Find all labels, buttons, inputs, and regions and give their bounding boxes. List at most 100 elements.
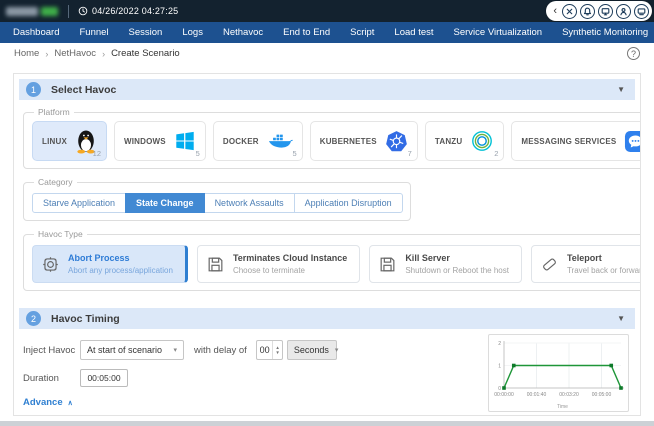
breadcrumb-nethavoc[interactable]: NetHavoc xyxy=(54,48,96,59)
nav-item-service-virtualization[interactable]: Service Virtualization xyxy=(454,27,543,38)
svg-text:1: 1 xyxy=(498,364,501,370)
havoc-card-title: Teleport xyxy=(566,253,602,264)
chevron-up-icon: ∧ xyxy=(67,399,73,407)
platform-count: 7 xyxy=(407,149,412,158)
platform-card-tanzu[interactable]: TANZU 2 xyxy=(424,121,505,161)
chevron-down-icon[interactable]: ▼ xyxy=(617,314,625,323)
platform-cards: LINUX 12 WINDOWS 5 DOCKER 5 KUBERNETES 7… xyxy=(32,121,640,161)
nav-item-session[interactable]: Session xyxy=(129,27,163,38)
create-scenario-panel: 1 Select Havoc ▼ Platform LINUX 12 WINDO… xyxy=(13,73,641,416)
brand-logo[interactable] xyxy=(6,6,58,16)
step-number-badge: 1 xyxy=(26,82,41,97)
platform-card-docker[interactable]: DOCKER 5 xyxy=(212,121,303,161)
server-icon xyxy=(380,257,395,271)
bell-icon xyxy=(583,7,592,15)
duration-label: Duration xyxy=(23,372,59,384)
tools-button[interactable] xyxy=(562,3,577,19)
stepper-arrows: ▲ ▼ xyxy=(272,341,281,359)
nav-item-synthetic-monitoring[interactable]: Synthetic Monitoring xyxy=(562,27,648,38)
platform-card-messaging-services[interactable]: MESSAGING SERVICES 9 xyxy=(511,121,640,161)
inject-havoc-select[interactable]: At start of scenario ▾ xyxy=(80,340,184,360)
category-tab-application-disruption[interactable]: Application Disruption xyxy=(293,193,403,213)
section-title: Havoc Timing xyxy=(51,312,120,325)
notifications-button[interactable] xyxy=(580,3,595,19)
nav-item-dashboard[interactable]: Dashboard xyxy=(13,27,59,38)
duration-input[interactable] xyxy=(80,369,128,387)
svg-text:2: 2 xyxy=(498,341,501,347)
category-tab-network-assaults[interactable]: Network Assaults xyxy=(203,193,295,213)
help-button[interactable]: ? xyxy=(627,47,640,60)
messaging-services-icon xyxy=(625,130,640,152)
chevron-down-icon: ▾ xyxy=(334,347,339,354)
clock-icon xyxy=(78,6,88,16)
delay-value-stepper[interactable]: 00 ▲ ▼ xyxy=(255,340,283,360)
havoc-card-title: Terminates Cloud Instance xyxy=(232,253,348,264)
chevron-down-icon[interactable]: ▼ xyxy=(617,85,625,94)
timing-preview-chart: 0 1 2 00:00:00 00:01:40 00:03:20 00:05:00 Time xyxy=(488,334,629,412)
inject-havoc-value: At start of scenario xyxy=(87,345,163,355)
teleport-icon xyxy=(543,258,556,270)
havoc-card-subtitle: Travel back or forward xyxy=(566,265,641,275)
havoc-type-group: Havoc Type Abort Process Abort any proce… xyxy=(23,229,641,291)
platform-legend: Platform xyxy=(38,107,70,117)
display-icon xyxy=(637,7,646,15)
section-havoc-timing-header[interactable]: 2 Havoc Timing ▼ xyxy=(19,308,635,329)
chevron-down-icon: ▾ xyxy=(173,347,177,354)
platform-count: 5 xyxy=(195,149,200,158)
cloud-instance-icon xyxy=(208,257,223,271)
svg-text:00:05:00: 00:05:00 xyxy=(592,392,612,398)
windows-icon xyxy=(176,131,194,151)
section-select-havoc-body: Platform LINUX 12 WINDOWS 5 DOCKER 5 KUB… xyxy=(19,100,640,308)
tools-icon xyxy=(566,8,573,14)
havoc-type-cards: Abort Process Abort any process/applicat… xyxy=(32,245,641,283)
advanced-timing-row: Ramp Up Ramp Down Delay after Havoc xyxy=(23,415,633,416)
havoc-card-kill-server[interactable]: Kill Server Shutdown or Reboot the host xyxy=(369,245,522,283)
stepper-down-icon[interactable]: ▼ xyxy=(275,350,279,355)
ramp-up-input[interactable] xyxy=(71,415,111,416)
platform-count: 2 xyxy=(494,149,499,158)
havoc-card-title: Kill Server xyxy=(405,253,450,264)
delay-unit-select[interactable]: Seconds ▾ xyxy=(286,340,339,360)
nav-item-script[interactable]: Script xyxy=(350,27,374,38)
section-title: Select Havoc xyxy=(51,83,117,96)
display-button[interactable] xyxy=(634,3,649,19)
process-chip-icon xyxy=(43,256,58,272)
bottom-scrollbar[interactable] xyxy=(0,421,654,426)
ramp-down-input[interactable] xyxy=(179,415,219,416)
section-havoc-timing-body: Inject Havoc At start of scenario ▾ with… xyxy=(19,329,635,416)
nav-item-funnel[interactable]: Funnel xyxy=(79,27,108,38)
platform-card-windows[interactable]: WINDOWS 5 xyxy=(114,121,206,161)
system-time: 04/26/2022 04:27:25 xyxy=(78,6,178,16)
havoc-card-subtitle: Choose to terminate xyxy=(232,265,305,275)
category-tab-state-change[interactable]: State Change xyxy=(125,193,205,213)
havoc-card-terminates-cloud-instance[interactable]: Terminates Cloud Instance Choose to term… xyxy=(196,245,361,283)
user-button[interactable] xyxy=(616,3,631,19)
section-select-havoc-header[interactable]: 1 Select Havoc ▼ xyxy=(19,79,635,100)
havoc-card-abort-process[interactable]: Abort Process Abort any process/applicat… xyxy=(32,245,188,283)
delay-after-havoc-input[interactable] xyxy=(311,415,351,416)
nav-item-logs[interactable]: Logs xyxy=(182,27,203,38)
monitor-button[interactable] xyxy=(598,3,613,19)
svg-text:00:01:40: 00:01:40 xyxy=(527,392,547,398)
inject-havoc-label: Inject Havoc xyxy=(23,344,76,356)
delay-unit-value: Seconds xyxy=(293,345,329,355)
nav-item-nethavoc[interactable]: Nethavoc xyxy=(223,27,263,38)
nav-item-end-to-end[interactable]: End to End xyxy=(283,27,330,38)
collapse-left-icon[interactable]: ‹ xyxy=(553,5,557,17)
breadcrumb-separator-icon: › xyxy=(45,48,49,59)
user-icon xyxy=(620,7,627,15)
category-tab-starve-application[interactable]: Starve Application xyxy=(32,193,127,213)
platform-group: Platform LINUX 12 WINDOWS 5 DOCKER 5 KUB… xyxy=(23,107,640,169)
havoc-card-teleport[interactable]: Teleport Travel back or forward xyxy=(530,245,641,283)
havoc-card-subtitle: Abort any process/application xyxy=(68,265,173,275)
timing-chart-svg: 01200:00:00 00:01:40 00:03:20 00:05:00Time xyxy=(494,341,624,410)
nav-item-load-test[interactable]: Load test xyxy=(394,27,433,38)
timestamp-text: 04/26/2022 04:27:25 xyxy=(92,6,179,16)
breadcrumb-separator-icon: › xyxy=(102,48,106,59)
platform-card-kubernetes[interactable]: KUBERNETES 7 xyxy=(309,121,418,161)
platform-card-linux[interactable]: LINUX 12 xyxy=(32,121,107,161)
kubernetes-icon xyxy=(385,130,407,151)
svg-text:Time: Time xyxy=(557,404,568,410)
advance-toggle[interactable]: Advance ∧ xyxy=(23,397,73,408)
breadcrumb-home[interactable]: Home xyxy=(14,48,39,59)
